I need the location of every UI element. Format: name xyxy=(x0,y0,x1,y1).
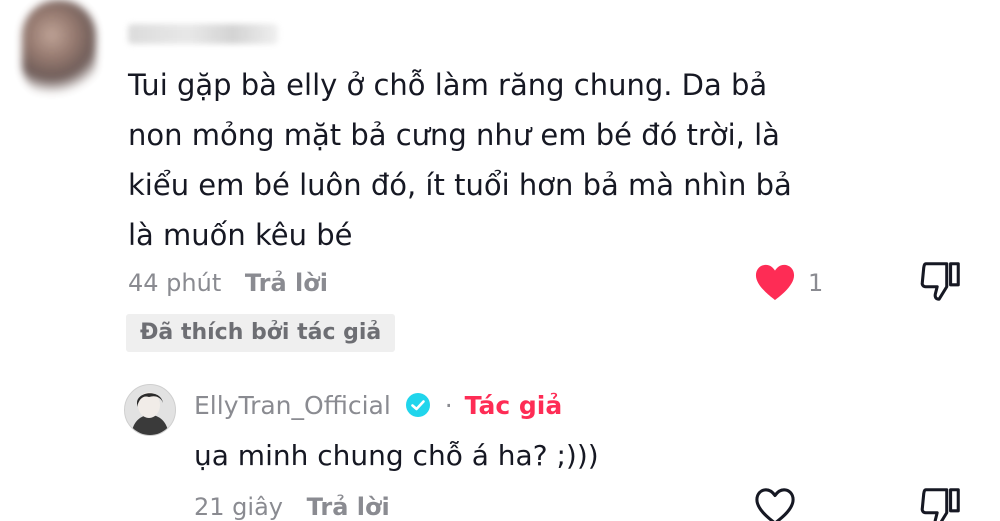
reply-header: EllyTran_Official · Tác giả xyxy=(194,388,562,424)
reply-time: 21 giây xyxy=(194,493,283,521)
comment-meta: 44 phút Trả lời xyxy=(128,266,328,300)
comment-like-count: 1 xyxy=(808,269,824,297)
reply-reply-button[interactable]: Trả lời xyxy=(307,493,390,521)
reply-text: ụa minh chung chỗ á ha? ;))) xyxy=(194,439,599,472)
commenter-username-blurred[interactable] xyxy=(128,24,278,44)
comment-reply-button[interactable]: Trả lời xyxy=(245,269,328,297)
comment-text: Tui gặp bà elly ở chỗ làm răng chung. Da… xyxy=(128,68,792,252)
verified-check-icon xyxy=(405,393,430,417)
author-avatar[interactable] xyxy=(124,384,176,436)
separator-dot: · xyxy=(444,391,453,420)
author-tag: Tác giả xyxy=(464,391,563,420)
liked-by-author-badge: Đã thích bởi tác giả xyxy=(126,314,396,352)
heart-outline-icon[interactable] xyxy=(752,486,798,521)
comments-panel: Tui gặp bà elly ở chỗ làm răng chung. Da… xyxy=(0,0,1000,521)
commenter-avatar[interactable] xyxy=(22,0,96,100)
comment-time: 44 phút xyxy=(128,269,222,297)
author-username[interactable]: EllyTran_Official xyxy=(194,391,391,420)
heart-filled-icon[interactable] xyxy=(752,262,798,302)
author-avatar-image xyxy=(125,385,175,435)
thumbs-down-icon[interactable] xyxy=(918,484,964,521)
reply-meta: 21 giây Trả lời xyxy=(194,490,390,521)
thumbs-down-icon[interactable] xyxy=(918,258,964,304)
